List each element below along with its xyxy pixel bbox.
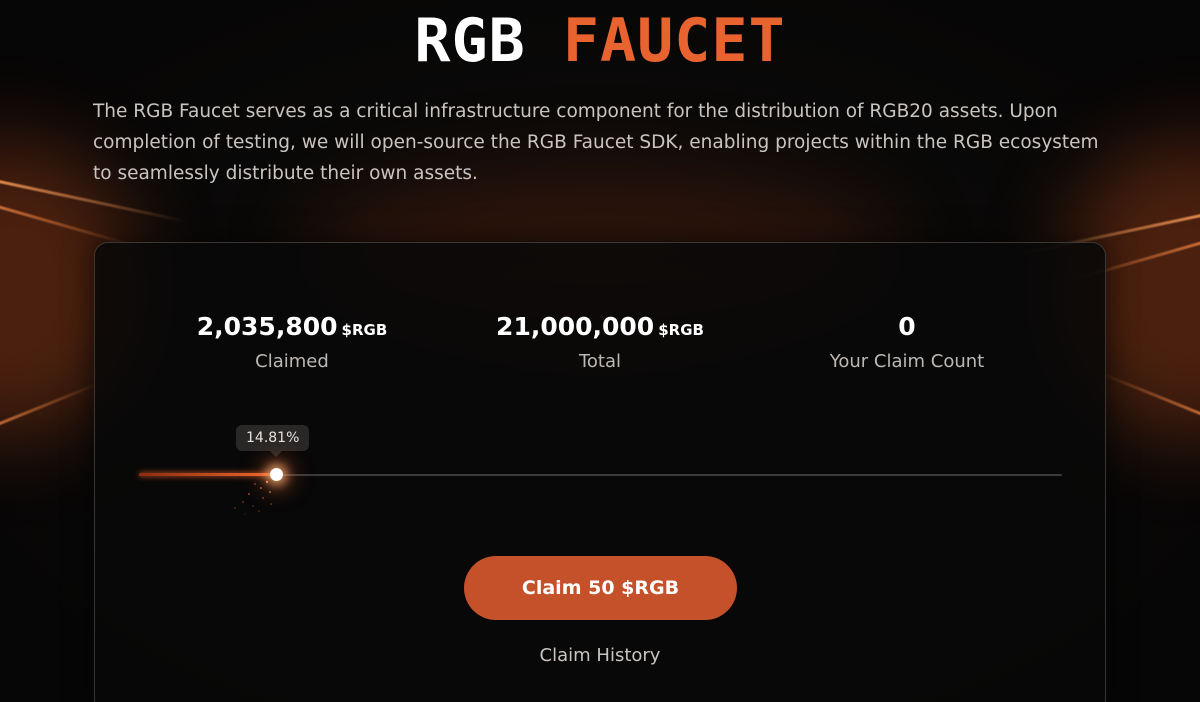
claimed-stat: 2,035,800 $RGB Claimed [142, 309, 442, 372]
claim-progress-bar [139, 468, 1062, 481]
total-value-row: 21,000,000 $RGB [450, 309, 750, 345]
claimed-unit: $RGB [341, 321, 388, 339]
total-stat: 21,000,000 $RGB Total [450, 309, 750, 372]
page-description: The RGB Faucet serves as a critical infr… [93, 101, 1099, 184]
total-label: Total [578, 351, 622, 372]
claim-history-link[interactable]: Claim History [95, 645, 1105, 666]
claim-count-value-row: 0 [757, 309, 1057, 345]
claim-count-value: 0 [898, 312, 916, 341]
claimed-value: 2,035,800 [196, 312, 338, 341]
faucet-page: RGB FAUCET The RGB Faucet serves as a cr… [0, 0, 1200, 702]
claimed-label: Claimed [255, 351, 329, 372]
faucet-card: 2,035,800 $RGB Claimed 21,000,000 $RGB Tot… [94, 242, 1106, 702]
total-unit: $RGB [658, 321, 704, 339]
claim-count-stat: 0 Your Claim Count [757, 309, 1057, 372]
total-value: 21,000,000 [496, 312, 655, 341]
claim-count-label: Your Claim Count [829, 351, 985, 372]
progress-fill [139, 473, 276, 476]
title-rgb: RGB [414, 6, 526, 76]
claim-button[interactable]: Claim 50 $RGB [464, 556, 737, 620]
page-title: RGB FAUCET [0, 8, 1200, 74]
progress-tooltip: 14.81% [236, 425, 310, 457]
sparks-decoration [234, 480, 272, 515]
claimed-value-row: 2,035,800 $RGB [142, 309, 442, 345]
title-faucet: FAUCET [562, 6, 786, 76]
